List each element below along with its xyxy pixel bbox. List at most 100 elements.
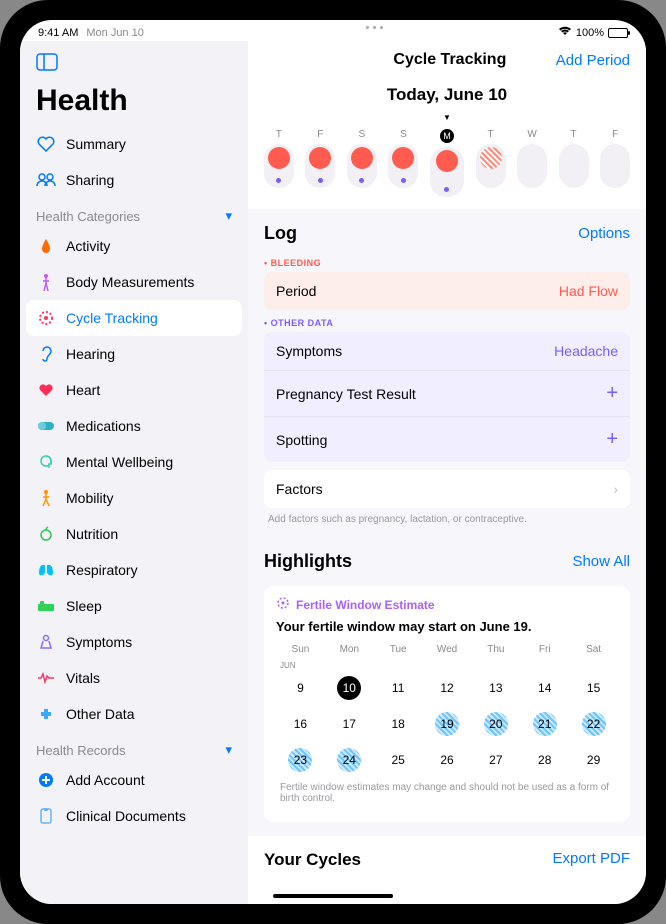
home-indicator[interactable]: [273, 894, 393, 898]
calendar-day[interactable]: 17: [325, 706, 374, 742]
data-indicator-dot: [444, 187, 449, 192]
calendar-day[interactable]: 20: [471, 706, 520, 742]
sidebar-item-label: Activity: [66, 238, 110, 254]
calendar-day[interactable]: 26: [423, 742, 472, 778]
sidebar-item-other-data[interactable]: Other Data: [20, 696, 248, 732]
calendar-day[interactable]: 24: [325, 742, 374, 778]
day-column[interactable]: F: [305, 129, 335, 197]
data-indicator-dot: [401, 178, 406, 183]
period-dot: [392, 147, 414, 169]
records-header[interactable]: Health Records ▾: [20, 732, 248, 762]
sidebar-item-mobility[interactable]: Mobility: [20, 480, 248, 516]
calendar-day[interactable]: 23: [276, 742, 325, 778]
calendar-day[interactable]: 25: [374, 742, 423, 778]
chevron-right-icon: ›: [613, 481, 618, 497]
add-period-button[interactable]: Add Period: [556, 52, 630, 69]
sidebar-item-label: Clinical Documents: [66, 808, 186, 824]
calendar-day[interactable]: 18: [374, 706, 423, 742]
calendar-day[interactable]: 19: [423, 706, 472, 742]
sidebar-item-summary[interactable]: Summary: [20, 126, 248, 162]
battery-percent: 100%: [576, 27, 604, 39]
sidebar-collapse-button[interactable]: [20, 49, 248, 80]
calendar-day[interactable]: 11: [374, 670, 423, 706]
sidebar-item-respiratory[interactable]: Respiratory: [20, 552, 248, 588]
log-options-button[interactable]: Options: [578, 225, 630, 242]
sidebar-item-vitals[interactable]: Vitals: [20, 660, 248, 696]
sidebar-item-hearing[interactable]: Hearing: [20, 336, 248, 372]
calendar-day[interactable]: 16: [276, 706, 325, 742]
calendar-day[interactable]: 22: [569, 706, 618, 742]
calendar-day[interactable]: 27: [471, 742, 520, 778]
calendar-day[interactable]: 10: [325, 670, 374, 706]
sidebar-title: Health: [20, 80, 248, 126]
log-row-symptoms[interactable]: SymptomsHeadache: [264, 332, 630, 370]
sidebar-item-activity[interactable]: Activity: [20, 228, 248, 264]
factors-hint: Add factors such as pregnancy, lactation…: [264, 510, 630, 533]
sidebar-item-sharing[interactable]: Sharing: [20, 162, 248, 198]
log-row-period[interactable]: Period Had Flow: [264, 272, 630, 310]
sidebar-item-label: Symptoms: [66, 634, 132, 650]
period-dot: [309, 147, 331, 169]
show-all-button[interactable]: Show All: [572, 553, 630, 570]
day-column[interactable]: W: [517, 129, 547, 197]
day-column[interactable]: S: [347, 129, 377, 197]
sidebar-item-cycle-tracking[interactable]: Cycle Tracking: [26, 300, 242, 336]
calendar-day[interactable]: 15: [569, 670, 618, 706]
log-row-pregnancy-test-result[interactable]: Pregnancy Test Result+: [264, 370, 630, 416]
sidebar-item-mental-wellbeing[interactable]: Mental Wellbeing: [20, 444, 248, 480]
weekday-label: Mon: [325, 644, 374, 655]
period-dot: [268, 147, 290, 169]
weekday-label: Wed: [423, 644, 472, 655]
data-indicator-dot: [318, 178, 323, 183]
sidebar-item-body-measurements[interactable]: Body Measurements: [20, 264, 248, 300]
day-column[interactable]: T: [264, 129, 294, 197]
calendar-day[interactable]: 21: [520, 706, 569, 742]
period-dot: [351, 147, 373, 169]
sidebar-item-symptoms[interactable]: Symptoms: [20, 624, 248, 660]
sidebar-item-sleep[interactable]: Sleep: [20, 588, 248, 624]
calendar-day[interactable]: 13: [471, 670, 520, 706]
day-strip[interactable]: TFSSMTWTF: [248, 125, 646, 209]
status-bar: 9:41 AM Mon Jun 10 100%: [20, 20, 646, 41]
heart-outline-icon: [36, 134, 56, 154]
sidebar-item-medications[interactable]: Medications: [20, 408, 248, 444]
sidebar-item-label: Mental Wellbeing: [66, 454, 173, 470]
sidebar-item-label: Heart: [66, 382, 100, 398]
respiratory-icon: [36, 560, 56, 580]
sidebar-item-add-account[interactable]: Add Account: [20, 762, 248, 798]
export-pdf-button[interactable]: Export PDF: [552, 850, 630, 870]
today-marker: M: [440, 129, 454, 143]
multitask-dots[interactable]: [366, 26, 383, 29]
nutrition-icon: [36, 524, 56, 544]
day-letter: S: [400, 129, 407, 140]
status-date: Mon Jun 10: [86, 27, 143, 39]
day-column[interactable]: T: [476, 129, 506, 197]
sidebar-item-label: Body Measurements: [66, 274, 194, 290]
fertile-window-card[interactable]: Fertile Window Estimate Your fertile win…: [264, 586, 630, 822]
log-row-spotting[interactable]: Spotting+: [264, 416, 630, 462]
weekday-label: Thu: [471, 644, 520, 655]
sidebar: Health Summary Sharing Health Categories…: [20, 41, 248, 904]
calendar-day[interactable]: 28: [520, 742, 569, 778]
cycle-tracking-icon: [36, 308, 56, 328]
calendar-day[interactable]: 9: [276, 670, 325, 706]
medications-icon: [36, 416, 56, 436]
calendar-day[interactable]: 14: [520, 670, 569, 706]
device-frame: 9:41 AM Mon Jun 10 100% Health: [0, 0, 666, 924]
log-row-factors[interactable]: Factors ›: [264, 470, 630, 508]
day-column[interactable]: F: [600, 129, 630, 197]
sidebar-item-heart[interactable]: Heart: [20, 372, 248, 408]
categories-header[interactable]: Health Categories ▾: [20, 198, 248, 228]
cal-month-label: JUN: [276, 655, 618, 670]
today-caret-icon: ▼: [443, 113, 451, 122]
day-column[interactable]: T: [559, 129, 589, 197]
sidebar-item-nutrition[interactable]: Nutrition: [20, 516, 248, 552]
calendar-day[interactable]: 12: [423, 670, 472, 706]
day-column[interactable]: M: [430, 129, 464, 197]
day-column[interactable]: S: [388, 129, 418, 197]
body-measurements-icon: [36, 272, 56, 292]
sidebar-item-clinical-documents[interactable]: Clinical Documents: [20, 798, 248, 834]
main-content: Cycle Tracking Add Period Today, June 10…: [248, 41, 646, 904]
calendar-day[interactable]: 29: [569, 742, 618, 778]
add-icon: +: [606, 382, 618, 405]
